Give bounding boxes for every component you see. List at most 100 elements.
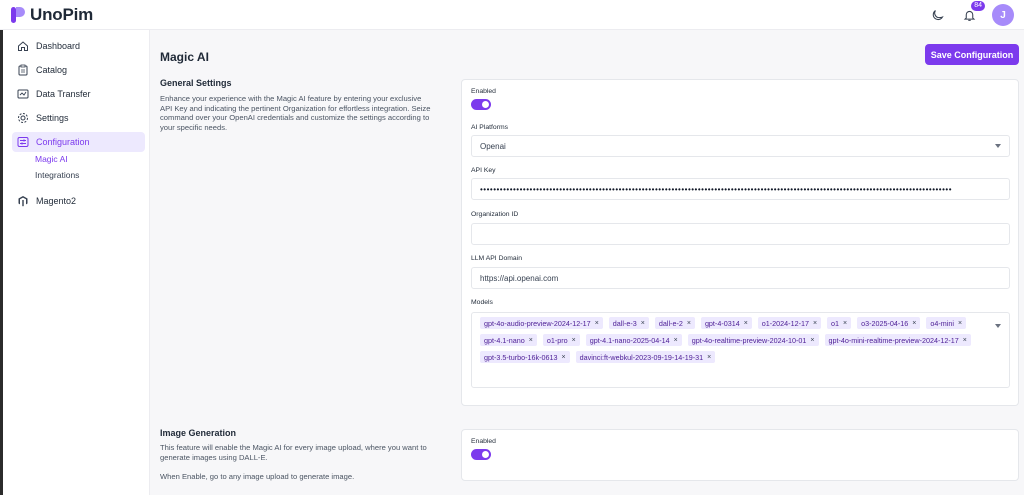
api-key-label: API Key xyxy=(471,167,496,174)
model-tag-label: o1 xyxy=(831,318,840,328)
top-bar: UnoPim 84 J xyxy=(0,0,1024,30)
model-tag-label: davinci:ft-webkul-2023-09-19-14-19-31 xyxy=(579,352,704,362)
organization-id-input[interactable] xyxy=(471,223,1010,245)
app-name: UnoPim xyxy=(30,5,94,24)
model-tag: gpt-4.1-nano × xyxy=(480,334,537,346)
sidebar-item-magento2[interactable]: Magento2 xyxy=(12,191,145,211)
sidebar-item-catalog[interactable]: Catalog xyxy=(12,60,145,80)
llm-api-domain-label: LLM API Domain xyxy=(471,255,522,262)
model-tag: dall-e-2 × xyxy=(654,317,695,329)
remove-tag-icon[interactable]: × xyxy=(572,337,576,344)
remove-tag-icon[interactable]: × xyxy=(744,320,748,327)
model-tag-label: gpt-4o-mini-realtime-preview-2024-12-17 xyxy=(828,335,959,345)
model-tag-label: gpt-4.1-nano-2025-04-14 xyxy=(589,335,670,345)
organization-id-label: Organization ID xyxy=(471,211,519,218)
sidebar: Dashboard Catalog Data Transfer Settings… xyxy=(0,30,150,495)
model-tag: davinci:ft-webkul-2023-09-19-14-19-31 × xyxy=(575,351,716,363)
api-key-input[interactable]: ••••••••••••••••••••••••••••••••••••••••… xyxy=(471,178,1010,200)
ai-platforms-select[interactable]: Openai xyxy=(471,135,1010,157)
models-label: Models xyxy=(471,299,493,306)
model-tag: gpt-4.1-nano-2025-04-14 × xyxy=(585,334,682,346)
model-tag: o1-pro × xyxy=(542,334,580,346)
dark-mode-icon[interactable] xyxy=(928,6,946,24)
gear-icon xyxy=(17,112,29,124)
remove-tag-icon[interactable]: × xyxy=(687,320,691,327)
model-tag-label: gpt-4o-audio-preview-2024-12-17 xyxy=(484,318,591,328)
avatar[interactable]: J xyxy=(992,4,1014,26)
model-tag: o1-2024-12-17 × xyxy=(757,317,822,329)
bell-icon[interactable]: 84 xyxy=(960,1,985,24)
remove-tag-icon[interactable]: × xyxy=(958,320,962,327)
ai-platforms-label: AI Platforms xyxy=(471,124,509,131)
remove-tag-icon[interactable]: × xyxy=(813,320,817,327)
model-tag-label: dall-e-2 xyxy=(658,318,683,328)
model-tag-label: gpt-4o-realtime-preview-2024-10-01 xyxy=(691,335,807,345)
sidebar-item-data-transfer[interactable]: Data Transfer xyxy=(12,84,145,104)
model-tag: gpt-4o-realtime-preview-2024-10-01 × xyxy=(687,334,819,346)
sidebar-item-label: Catalog xyxy=(36,65,68,75)
image-enabled-label: Enabled xyxy=(471,438,496,445)
image-generation-description: This feature will enable the Magic AI fo… xyxy=(160,443,427,462)
remove-tag-icon[interactable]: × xyxy=(674,337,678,344)
enabled-toggle[interactable] xyxy=(471,99,491,110)
save-configuration-button[interactable]: Save Configuration xyxy=(925,44,1019,65)
llm-api-domain-input[interactable]: https://api.openai.com xyxy=(471,267,1010,289)
api-key-value: ••••••••••••••••••••••••••••••••••••••••… xyxy=(480,184,953,194)
model-tag-label: o1-pro xyxy=(546,335,568,345)
image-generation-note: When Enable, go to any image upload to g… xyxy=(160,472,355,481)
sidebar-item-settings[interactable]: Settings xyxy=(12,108,145,128)
general-settings-title: General Settings xyxy=(160,78,232,88)
enabled-label: Enabled xyxy=(471,88,496,95)
model-tag-label: o4-mini xyxy=(930,318,954,328)
sidebar-item-label: Magento2 xyxy=(36,196,77,206)
page-title: Magic AI xyxy=(160,50,209,64)
models-multiselect[interactable]: gpt-4o-audio-preview-2024-12-17 × dall-e-3… xyxy=(471,312,1010,388)
model-tag: gpt-4o-mini-realtime-preview-2024-12-17 × xyxy=(824,334,971,346)
clipboard-icon xyxy=(17,64,29,76)
model-tag-label: gpt-3.5-turbo-16k-0613 xyxy=(484,352,558,362)
model-tag-label: o3-2025-04-16 xyxy=(861,318,909,328)
model-tag-label: gpt-4.1-nano xyxy=(484,335,525,345)
image-enabled-toggle[interactable] xyxy=(471,449,491,460)
sidebar-item-label: Dashboard xyxy=(36,41,81,51)
model-tag-label: dall-e-3 xyxy=(612,318,637,328)
image-generation-card xyxy=(461,429,1019,481)
image-generation-title: Image Generation xyxy=(160,428,237,438)
remove-tag-icon[interactable]: × xyxy=(707,354,711,361)
remove-tag-icon[interactable]: × xyxy=(562,354,566,361)
magento-icon xyxy=(17,195,29,207)
sliders-icon xyxy=(17,136,29,148)
remove-tag-icon[interactable]: × xyxy=(963,337,967,344)
model-tag-label: gpt-4-0314 xyxy=(704,318,740,328)
data-transfer-icon xyxy=(17,88,29,100)
model-tag: gpt-3.5-turbo-16k-0613 × xyxy=(480,351,570,363)
remove-tag-icon[interactable]: × xyxy=(529,337,533,344)
sidebar-item-label: Data Transfer xyxy=(36,89,91,99)
remove-tag-icon[interactable]: × xyxy=(810,337,814,344)
model-tag-label: o1-2024-12-17 xyxy=(761,318,809,328)
chevron-down-icon xyxy=(995,144,1001,148)
llm-api-domain-value: https://api.openai.com xyxy=(480,273,559,283)
remove-tag-icon[interactable]: × xyxy=(843,320,847,327)
ai-platforms-value: Openai xyxy=(480,141,506,151)
model-tag: o1 × xyxy=(827,317,852,329)
chevron-down-icon xyxy=(995,324,1001,328)
remove-tag-icon[interactable]: × xyxy=(641,320,645,327)
notification-badge: 84 xyxy=(971,1,985,11)
unopim-logo-icon xyxy=(10,6,26,24)
sidebar-subitem-magic-ai[interactable]: Magic AI xyxy=(35,154,68,164)
model-tag: gpt-4o-audio-preview-2024-12-17 × xyxy=(480,317,603,329)
sidebar-item-label: Settings xyxy=(36,113,69,123)
sidebar-subitem-integrations[interactable]: Integrations xyxy=(35,170,79,180)
sidebar-item-configuration[interactable]: Configuration xyxy=(12,132,145,152)
general-settings-description: Enhance your experience with the Magic A… xyxy=(160,94,431,132)
sidebar-item-dashboard[interactable]: Dashboard xyxy=(12,36,145,56)
model-tag: o3-2025-04-16 × xyxy=(857,317,921,329)
model-tag: gpt-4-0314 × xyxy=(700,317,752,329)
app-logo[interactable]: UnoPim xyxy=(10,5,93,25)
remove-tag-icon[interactable]: × xyxy=(912,320,916,327)
model-tag: o4-mini × xyxy=(926,317,967,329)
sidebar-item-label: Configuration xyxy=(36,137,90,147)
remove-tag-icon[interactable]: × xyxy=(595,320,599,327)
model-tag: dall-e-3 × xyxy=(608,317,649,329)
